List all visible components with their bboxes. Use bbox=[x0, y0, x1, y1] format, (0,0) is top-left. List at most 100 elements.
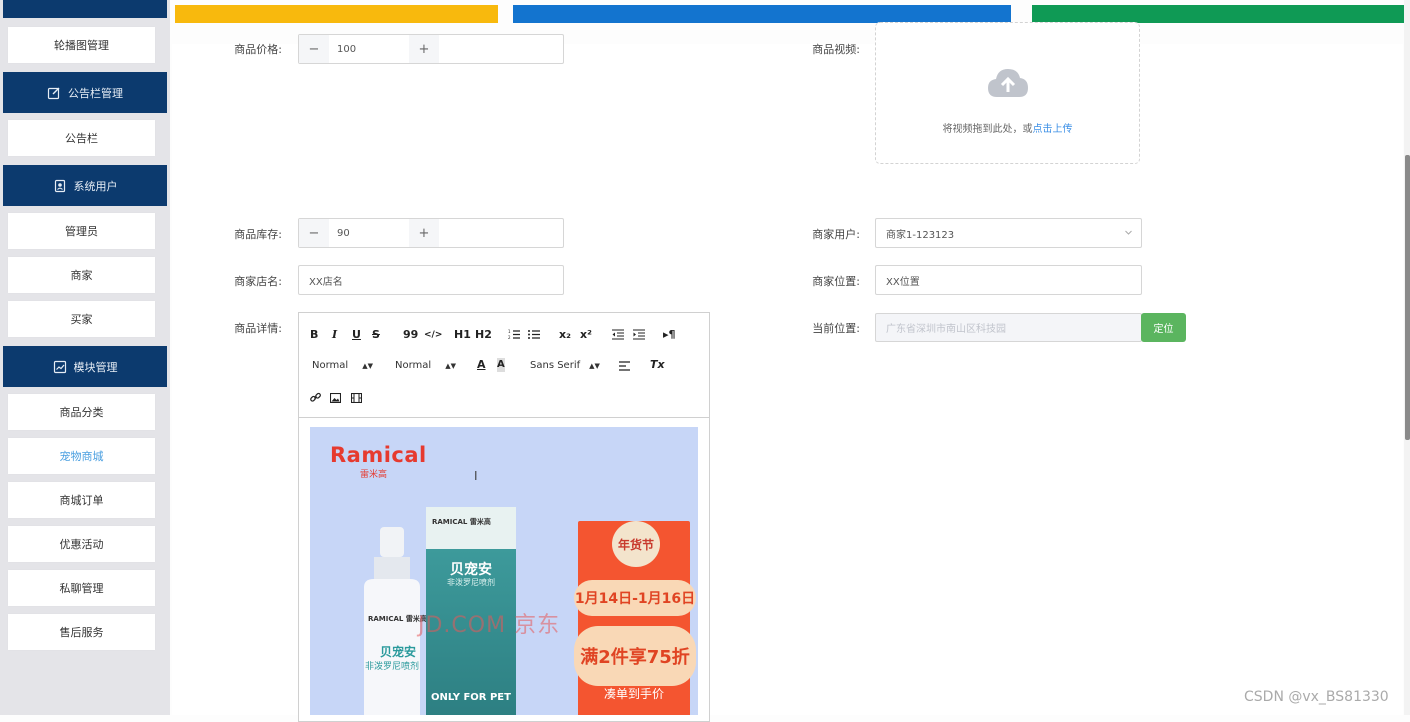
sidebar-item-after-sales[interactable]: 售后服务 bbox=[8, 614, 155, 650]
spray-product-sub: 非泼罗尼喷剂 bbox=[365, 662, 420, 672]
header-1-button[interactable]: H1 bbox=[454, 328, 471, 342]
select-arrows-icon: ▲▼ bbox=[445, 362, 456, 370]
svg-text:1: 1 bbox=[508, 329, 511, 334]
sidebar-header-strip bbox=[3, 0, 167, 18]
promo-dates: 1月14日-1月16日 bbox=[574, 580, 696, 616]
outdent-icon[interactable] bbox=[612, 329, 624, 340]
size-select-value: Normal bbox=[312, 360, 349, 371]
upload-hint-text: 将视频拖到此处，或 bbox=[942, 124, 1033, 135]
font-color-icon[interactable]: A bbox=[477, 358, 486, 372]
sidebar-item-chat[interactable]: 私聊管理 bbox=[8, 570, 155, 606]
select-arrows-icon: ▲▼ bbox=[362, 362, 373, 370]
edit-icon bbox=[47, 87, 60, 99]
promo-badge: 年货节 bbox=[612, 521, 660, 567]
box-title: 贝宠安 bbox=[450, 562, 492, 578]
select-arrows-icon: ▲▼ bbox=[589, 362, 600, 370]
price-value[interactable]: 100 bbox=[329, 35, 409, 63]
sidebar-item-category[interactable]: 商品分类 bbox=[8, 394, 155, 430]
merchant-location-label: 商家位置: bbox=[812, 275, 860, 288]
strike-button[interactable]: S bbox=[372, 328, 380, 342]
price-stepper[interactable]: − 100 + bbox=[298, 34, 564, 64]
code-block-button[interactable]: </> bbox=[424, 328, 442, 342]
merchant-user-select[interactable]: 商家1-123123 bbox=[875, 218, 1142, 248]
jd-watermark: JD.COM 京东 bbox=[418, 613, 561, 638]
chevron-down-icon bbox=[1125, 230, 1132, 235]
sidebar-group-label: 模块管理 bbox=[73, 360, 118, 374]
sidebar-group-label: 公告栏管理 bbox=[68, 86, 123, 100]
font-select[interactable]: Sans Serif ▲▼ bbox=[530, 359, 600, 373]
decrement-button[interactable]: − bbox=[299, 219, 329, 247]
sidebar-item-merchant[interactable]: 商家 bbox=[8, 257, 155, 293]
page-scrollbar-thumb[interactable] bbox=[1405, 155, 1410, 440]
italic-button[interactable]: I bbox=[332, 328, 337, 342]
font-select-value: Sans Serif bbox=[530, 360, 581, 371]
svg-text:2: 2 bbox=[508, 335, 511, 340]
increment-button[interactable]: + bbox=[409, 35, 439, 63]
sidebar-item-buyer[interactable]: 买家 bbox=[8, 301, 155, 337]
clean-format-button[interactable]: Tx bbox=[650, 358, 665, 372]
sidebar-item-carousel[interactable]: 轮播图管理 bbox=[8, 27, 155, 63]
cloud-upload-icon bbox=[988, 69, 1028, 97]
sidebar-item-promotions[interactable]: 优惠活动 bbox=[8, 526, 155, 562]
locate-button[interactable]: 定位 bbox=[1141, 313, 1186, 342]
brand-logo-cn: 雷米高 bbox=[360, 470, 388, 480]
indent-icon[interactable] bbox=[633, 329, 645, 340]
upload-hint: 将视频拖到此处，或点击上传 bbox=[876, 120, 1139, 135]
video-upload-area[interactable]: 将视频拖到此处，或点击上传 bbox=[875, 22, 1140, 164]
background-color-icon[interactable]: A bbox=[497, 358, 505, 372]
header-select-value: Normal bbox=[395, 360, 432, 371]
upload-link[interactable]: 点击上传 bbox=[1033, 124, 1073, 135]
shop-name-input[interactable]: XX店名 bbox=[298, 265, 564, 295]
decrement-button[interactable]: − bbox=[299, 35, 329, 63]
text-direction-icon[interactable]: ▸¶ bbox=[663, 328, 676, 342]
blockquote-button[interactable]: 99 bbox=[403, 328, 418, 342]
sidebar: 轮播图管理 公告栏管理 公告栏 系统用户 管理员 商家 买家 模块管理 商品分类… bbox=[0, 0, 170, 715]
blue-bar bbox=[513, 5, 1011, 23]
current-location-label: 当前位置: bbox=[812, 322, 860, 335]
merchant-user-label: 商家用户: bbox=[812, 228, 860, 241]
ordered-list-icon[interactable]: 12 bbox=[508, 329, 520, 340]
merchant-user-value: 商家1-123123 bbox=[886, 229, 955, 241]
spray-product-name: 贝宠安 bbox=[380, 645, 417, 659]
sidebar-item-notice[interactable]: 公告栏 bbox=[8, 120, 155, 156]
promo-price-text: 凑单到手价 bbox=[603, 687, 664, 701]
box-brand: RAMICAL 雷米高 bbox=[432, 518, 491, 526]
superscript-button[interactable]: x² bbox=[580, 328, 592, 342]
header-2-button[interactable]: H2 bbox=[475, 328, 492, 342]
video-icon[interactable] bbox=[351, 393, 362, 403]
editor-toolbar: B I U S 99 </> H1 H2 12 x₂ x² ▸¶ Normal ▲… bbox=[299, 313, 709, 418]
sidebar-group-system-users[interactable]: 系统用户 bbox=[3, 165, 167, 206]
sidebar-group-notice[interactable]: 公告栏管理 bbox=[3, 72, 167, 113]
sidebar-item-orders[interactable]: 商城订单 bbox=[8, 482, 155, 518]
stock-stepper[interactable]: − 90 + bbox=[298, 218, 564, 248]
size-select[interactable]: Normal ▲▼ bbox=[312, 359, 373, 373]
link-icon[interactable] bbox=[310, 392, 321, 403]
bullet-list-icon[interactable] bbox=[528, 329, 540, 340]
subscript-button[interactable]: x₂ bbox=[559, 328, 571, 342]
product-image: Ramical 雷米高 RAMICAL 雷米高 贝宠安 非泼罗尼喷剂 RAMIC… bbox=[310, 427, 698, 715]
align-icon[interactable] bbox=[619, 361, 630, 371]
image-icon[interactable] bbox=[330, 393, 341, 403]
yellow-bar bbox=[175, 5, 498, 23]
header-select[interactable]: Normal ▲▼ bbox=[395, 359, 456, 373]
sidebar-group-modules[interactable]: 模块管理 bbox=[3, 346, 167, 387]
detail-label: 商品详情: bbox=[234, 322, 282, 335]
box-only-for-pet: ONLY FOR PET bbox=[431, 692, 511, 703]
current-location-input[interactable]: 广东省深圳市南山区科技园 bbox=[875, 313, 1142, 342]
box-subtitle: 非泼罗尼喷剂 bbox=[447, 578, 495, 587]
green-bar bbox=[1032, 5, 1406, 23]
sidebar-item-pet-mall[interactable]: 宠物商城 bbox=[8, 438, 155, 474]
sidebar-group-label: 系统用户 bbox=[73, 179, 118, 193]
bold-button[interactable]: B bbox=[310, 328, 318, 342]
brand-logo: Ramical bbox=[330, 443, 427, 467]
sidebar-item-admin[interactable]: 管理员 bbox=[8, 213, 155, 249]
promo-deal: 满2件享75折 bbox=[574, 626, 696, 686]
chart-icon bbox=[53, 360, 66, 373]
price-label: 商品价格: bbox=[234, 43, 282, 56]
increment-button[interactable]: + bbox=[409, 219, 439, 247]
text-cursor-icon: I bbox=[474, 469, 478, 483]
stock-value[interactable]: 90 bbox=[329, 219, 409, 247]
merchant-location-input[interactable]: XX位置 bbox=[875, 265, 1142, 295]
underline-button[interactable]: U bbox=[352, 328, 361, 342]
user-badge-icon bbox=[54, 179, 65, 192]
